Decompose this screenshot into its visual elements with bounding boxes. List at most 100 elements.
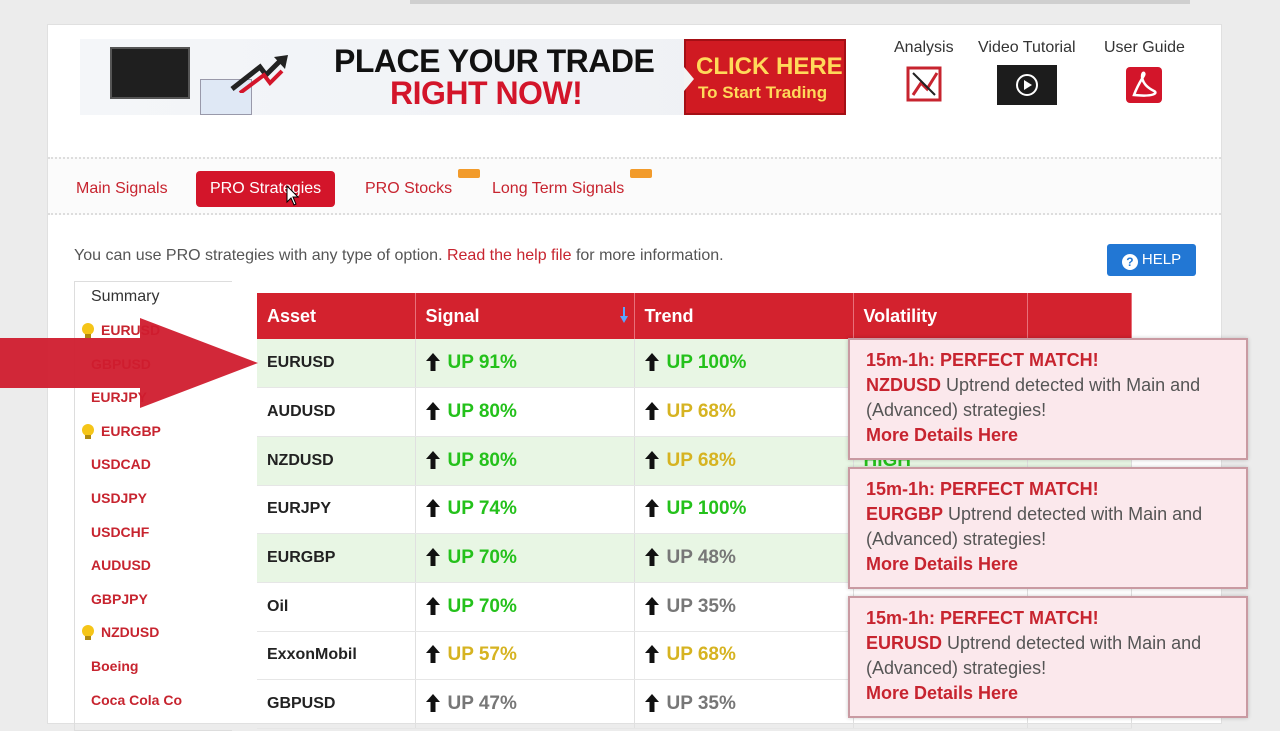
perfect-match-popup[interactable]: 15m-1h: PERFECT MATCH! EURUSD Uptrend det… (848, 596, 1248, 718)
summary-title: Summary (75, 282, 232, 314)
up-arrow-icon (644, 596, 659, 615)
up-arrow-icon (644, 548, 659, 567)
tab-pro-strategies[interactable]: PRO Strategies (196, 171, 336, 207)
up-arrow-icon (425, 402, 440, 421)
up-arrow-icon (425, 694, 440, 713)
sidebar-item[interactable]: NZDUSD (75, 616, 232, 650)
analysis-label: Analysis (894, 39, 954, 56)
popup-symbol: EURUSD (866, 633, 943, 653)
up-arrow-icon (425, 450, 440, 469)
up-arrow-icon (425, 548, 440, 567)
arrow-up-icon (230, 55, 288, 93)
cta-label: CLICK HERE (696, 53, 843, 80)
up-arrow-icon (644, 450, 659, 469)
lightbulb-icon (82, 625, 94, 641)
trend-cell: UP 48% (634, 533, 854, 583)
asset-cell[interactable]: NZDUSD (257, 436, 416, 486)
signal-cell: UP 80% (415, 387, 635, 437)
asset-cell[interactable]: GBPUSD (257, 679, 416, 729)
sidebar-item[interactable]: EURGBP (75, 415, 232, 449)
video-tutorial-link[interactable]: Video Tutorial (978, 39, 1076, 105)
asset-cell[interactable]: AUDUSD (257, 387, 416, 437)
sidebar-item-label: USDJPY (91, 489, 148, 506)
trend-cell: UP 68% (634, 436, 854, 486)
trend-value: UP 35% (666, 595, 736, 617)
more-details-link[interactable]: More Details Here (866, 423, 1230, 448)
signal-value: UP 70% (447, 595, 517, 617)
col-trend[interactable]: Trend (634, 293, 854, 339)
trend-value: UP 100% (666, 498, 747, 520)
video-tutorial-label: Video Tutorial (978, 39, 1076, 56)
trend-value: UP 68% (666, 401, 736, 423)
asset-cell[interactable]: Oil (257, 582, 416, 632)
cta-sublabel: To Start Trading (698, 83, 828, 102)
sidebar-item[interactable]: Boeing (75, 650, 232, 684)
perfect-match-popup[interactable]: 15m-1h: PERFECT MATCH! EURGBP Uptrend det… (848, 467, 1248, 589)
perfect-match-popup[interactable]: 15m-1h: PERFECT MATCH! NZDUSD Uptrend det… (848, 338, 1248, 460)
signal-value: UP 80% (447, 401, 517, 423)
trend-cell: UP 100% (634, 485, 854, 535)
popup-body: NZDUSD Uptrend detected with Main and (A… (866, 373, 1230, 423)
popup-title: 15m-1h: PERFECT MATCH! (866, 479, 1099, 499)
tab-long-term-signals[interactable]: Long Term Signals (478, 169, 653, 207)
trend-cell: UP 100% (634, 339, 854, 389)
help-file-link[interactable]: Read the help file (447, 247, 572, 264)
pdf-icon (1126, 67, 1163, 103)
col-asset[interactable]: Asset (257, 293, 416, 339)
trade-banner[interactable]: PLACE YOUR TRADE RIGHT NOW! CLICK HERE T… (80, 39, 846, 115)
tab-pro-strategies-label: PRO Strategies (210, 180, 322, 197)
signal-cell: UP 91% (415, 339, 635, 389)
help-button[interactable]: ? HELP (1107, 244, 1196, 276)
signal-cell: UP 57% (415, 631, 635, 681)
analysis-link[interactable]: Analysis (894, 39, 954, 103)
sidebar-item[interactable]: Coca Cola Co (75, 684, 232, 718)
trend-value: UP 35% (666, 693, 736, 715)
signal-cell: UP 70% (415, 533, 635, 583)
user-guide-link[interactable]: User Guide (1104, 39, 1185, 105)
sidebar-item[interactable]: USDCAD (75, 448, 232, 482)
popup-title: 15m-1h: PERFECT MATCH! (866, 608, 1099, 628)
more-details-link[interactable]: More Details Here (866, 681, 1230, 706)
popup-symbol: EURGBP (866, 504, 944, 524)
up-arrow-icon (425, 645, 440, 664)
sidebar-item[interactable]: AUDUSD (75, 549, 232, 583)
signal-cell: UP 74% (415, 485, 635, 535)
mouse-cursor-icon (286, 185, 300, 206)
tab-main-signals[interactable]: Main Signals (62, 171, 182, 207)
up-arrow-icon (644, 499, 659, 518)
sort-down-icon[interactable] (619, 307, 628, 323)
col-volatility[interactable]: Volatility (853, 293, 1028, 339)
sidebar-item-label: USDCAD (91, 456, 151, 473)
analysis-icon (906, 66, 942, 102)
tab-pro-stocks-label: PRO Stocks (365, 180, 453, 197)
sidebar-item-label: GBPJPY (91, 590, 148, 607)
asset-cell[interactable]: EURGBP (257, 533, 416, 583)
top-scroll-edge (410, 0, 1190, 4)
sidebar-item[interactable]: USDCHF (75, 516, 232, 550)
popup-title: 15m-1h: PERFECT MATCH! (866, 350, 1099, 370)
col-extra (1027, 293, 1132, 339)
sidebar-item[interactable]: USDJPY (75, 482, 232, 516)
sidebar-item[interactable]: GBPJPY (75, 583, 232, 617)
up-arrow-icon (425, 596, 440, 615)
pointer-arrow-icon (0, 318, 258, 408)
tab-pro-stocks[interactable]: PRO Stocks (351, 169, 481, 207)
signal-value: UP 74% (447, 498, 517, 520)
trend-cell: UP 68% (634, 387, 854, 437)
signal-value: UP 57% (447, 644, 517, 666)
signal-cell: UP 47% (415, 679, 635, 729)
trend-value: UP 68% (666, 644, 736, 666)
click-here-button[interactable]: CLICK HERE To Start Trading (684, 39, 846, 115)
asset-cell[interactable]: ExxonMobil (257, 631, 416, 681)
new-badge (458, 169, 481, 178)
asset-cell[interactable]: EURJPY (257, 485, 416, 535)
signal-value: UP 80% (447, 449, 517, 471)
table-header-row: Asset Signal Trend Volatility (257, 293, 1132, 339)
sidebar-item-label: EURGBP (101, 422, 161, 439)
more-details-link[interactable]: More Details Here (866, 552, 1230, 577)
signal-cell: UP 80% (415, 436, 635, 486)
col-signal[interactable]: Signal (415, 293, 635, 339)
sidebar-item-label: Coca Cola Co (91, 691, 183, 708)
sidebar-item-label: AUDUSD (91, 557, 151, 574)
asset-cell[interactable]: EURUSD (257, 339, 416, 389)
